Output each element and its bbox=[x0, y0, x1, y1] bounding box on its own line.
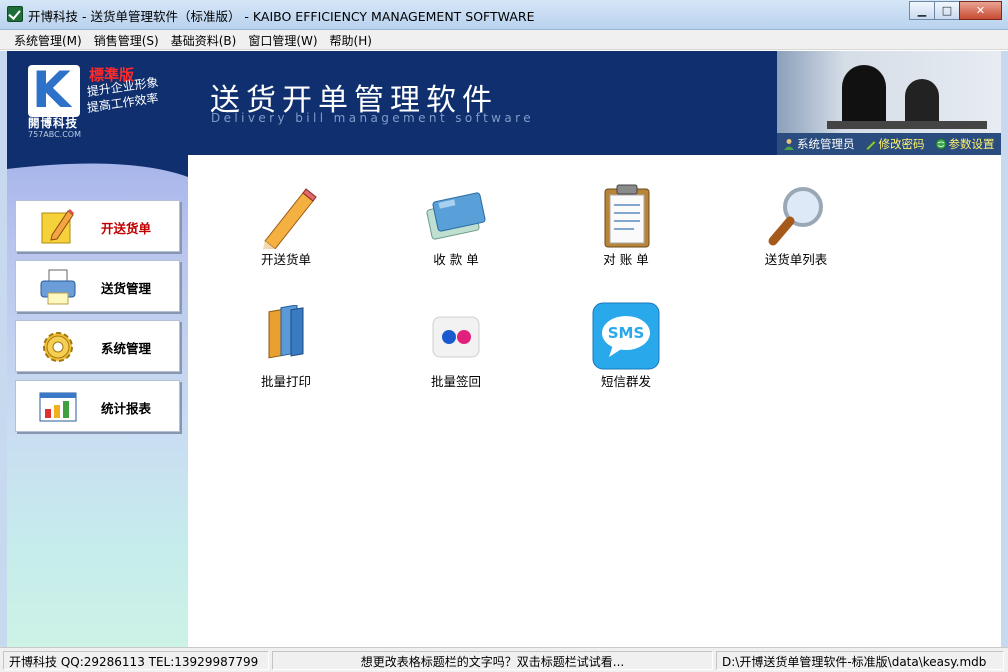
tile-sms-broadcast[interactable]: SMS 短信群发 bbox=[566, 301, 686, 390]
tile-new-delivery[interactable]: 开送货单 bbox=[226, 183, 346, 268]
main-workspace: 开送货单 收 款 单 对 账 单 送货单列表 批量打印 批量签回 SMS 短信群… bbox=[188, 155, 1001, 647]
tile-receipt[interactable]: 收 款 单 bbox=[396, 183, 516, 268]
current-user: 系统管理员 bbox=[783, 136, 855, 152]
status-hint: 想更改表格标题栏的文字吗？双击标题栏试试看... bbox=[272, 651, 713, 670]
settings-link[interactable]: 参数设置 bbox=[935, 136, 995, 152]
settings-globe-icon bbox=[935, 138, 946, 150]
title-bar: 开博科技 - 送货单管理软件（标准版） - KAIBO EFFICIENCY M… bbox=[0, 0, 1008, 30]
folders-icon bbox=[268, 305, 304, 359]
bar-chart-icon bbox=[39, 392, 77, 422]
sidebar-item-delivery-management[interactable]: 送货管理 bbox=[15, 260, 180, 312]
user-bar: 系统管理员 修改密码 参数设置 bbox=[777, 133, 1001, 155]
menu-window[interactable]: 窗口管理(W) bbox=[242, 30, 323, 49]
menu-sales[interactable]: 销售管理(S) bbox=[88, 30, 165, 49]
sidebar-item-label: 送货管理 bbox=[101, 281, 152, 296]
tile-label: 批量打印 bbox=[260, 374, 311, 389]
change-password-link[interactable]: 修改密码 bbox=[865, 136, 925, 152]
menu-system[interactable]: 系统管理(M) bbox=[8, 30, 88, 49]
clipboard-icon bbox=[604, 184, 650, 248]
app-check-icon[interactable] bbox=[7, 6, 23, 22]
desk-silhouette bbox=[827, 121, 987, 129]
status-bar: 开博科技 QQ:29286113 TEL:13929987799 想更改表格标题… bbox=[0, 647, 1008, 672]
magnifier-icon bbox=[768, 187, 823, 246]
tile-batch-signback[interactable]: 批量签回 bbox=[396, 305, 516, 390]
brand-url: 757ABC.COM bbox=[28, 130, 82, 139]
maximize-button[interactable]: □ bbox=[934, 1, 960, 20]
menu-bar: 系统管理(M) 销售管理(S) 基础资料(B) 窗口管理(W) 帮助(H) bbox=[0, 30, 1008, 50]
brand-name: 開博科技 bbox=[28, 116, 78, 130]
payment-card-icon bbox=[426, 192, 486, 240]
change-password-label: 修改密码 bbox=[878, 137, 925, 151]
tile-batch-print[interactable]: 批量打印 bbox=[226, 305, 346, 390]
gear-icon bbox=[43, 332, 73, 362]
tile-delivery-list[interactable]: 送货单列表 bbox=[736, 183, 856, 268]
status-db-path: D:\开博送货单管理软件-标准版\data\keasy.mdb bbox=[716, 651, 1004, 670]
sidebar-nav: 开送货单 送货管理 系统管理 统计报表 bbox=[7, 155, 188, 647]
tile-label: 短信群发 bbox=[600, 374, 651, 389]
sms-badge-text: SMS bbox=[607, 324, 645, 342]
sidebar-curve bbox=[7, 155, 188, 177]
close-button[interactable]: ✕ bbox=[959, 1, 1002, 20]
sidebar-item-new-delivery[interactable]: 开送货单 bbox=[15, 200, 180, 252]
settings-label: 参数设置 bbox=[948, 137, 995, 151]
sidebar-item-label: 系统管理 bbox=[101, 341, 152, 356]
flickr-dots-icon bbox=[432, 316, 480, 358]
header-banner: K 標準版 提升企业形象 提高工作效率 開博科技 757ABC.COM 送货开单… bbox=[7, 51, 1001, 155]
company-logo: K bbox=[28, 61, 80, 119]
minimize-button[interactable]: ▁ bbox=[909, 1, 935, 20]
sidebar-item-system-management[interactable]: 系统管理 bbox=[15, 320, 180, 372]
window-title: 开博科技 - 送货单管理软件（标准版） - KAIBO EFFICIENCY M… bbox=[28, 9, 535, 24]
sidebar-item-label: 开送货单 bbox=[101, 221, 152, 236]
tile-label: 收 款 单 bbox=[433, 252, 479, 267]
tile-label: 开送货单 bbox=[260, 252, 311, 267]
app-subtitle: Delivery bill management software bbox=[211, 111, 534, 125]
edit-icon bbox=[865, 140, 876, 150]
user-name: 系统管理员 bbox=[797, 137, 855, 151]
tile-statement[interactable]: 对 账 单 bbox=[566, 183, 686, 268]
window-controls: ▁ □ ✕ bbox=[909, 1, 1002, 21]
sidebar-item-statistics[interactable]: 统计报表 bbox=[15, 380, 180, 432]
status-company: 开博科技 QQ:29286113 TEL:13929987799 bbox=[3, 651, 269, 670]
pencil-note-icon bbox=[41, 209, 74, 244]
user-icon bbox=[784, 139, 794, 150]
left-frame bbox=[0, 51, 7, 647]
logo-letter: K bbox=[32, 61, 71, 119]
menu-basic-data[interactable]: 基础资料(B) bbox=[165, 30, 243, 49]
right-frame bbox=[1001, 51, 1008, 647]
tile-label: 对 账 单 bbox=[603, 252, 649, 267]
tile-label: 送货单列表 bbox=[764, 252, 828, 267]
pencil-icon bbox=[263, 188, 317, 249]
person-silhouette bbox=[842, 65, 886, 129]
sidebar-item-label: 统计报表 bbox=[101, 401, 152, 416]
menu-help[interactable]: 帮助(H) bbox=[324, 30, 378, 49]
banner-photo bbox=[777, 51, 1001, 133]
printer-icon bbox=[40, 269, 76, 305]
tile-label: 批量签回 bbox=[430, 374, 481, 389]
